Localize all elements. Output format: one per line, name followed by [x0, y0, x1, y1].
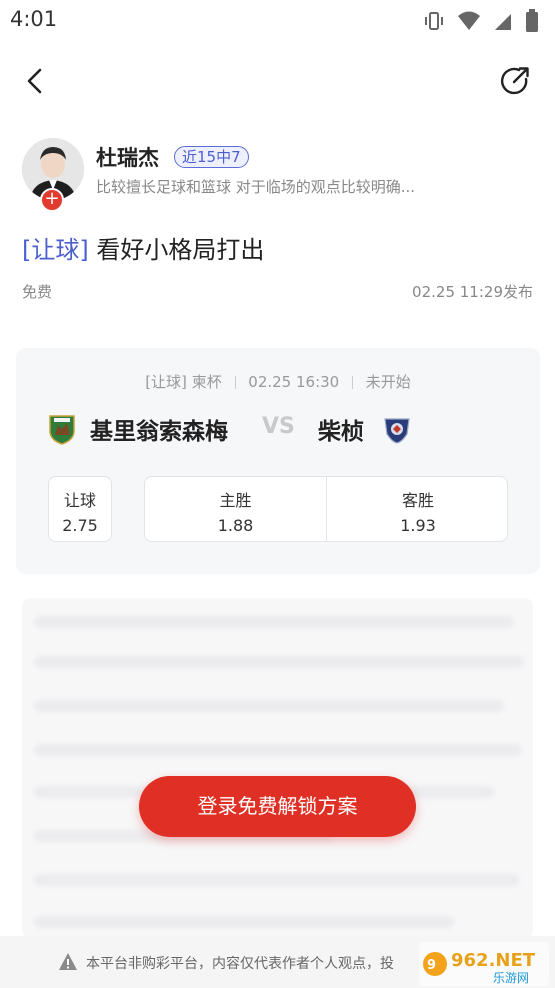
status-time: 4:01: [10, 7, 58, 31]
publish-time: 02.25 11:29发布: [412, 283, 533, 301]
disclaimer-text: 本平台非购彩平台，内容仅代表作者个人观点，投: [86, 956, 394, 972]
match-league: 柬杯: [191, 373, 222, 391]
odds-box: 主胜 1.88 客胜 1.93: [144, 476, 508, 542]
disclaimer-bar: 本平台非购彩平台，内容仅代表作者个人观点，投 9 962.NET 乐游网: [0, 936, 555, 988]
author-name: 杜瑞杰: [96, 146, 159, 170]
record-badge: 近15中7: [174, 146, 249, 168]
share-button[interactable]: [497, 63, 533, 99]
top-navigation-bar: [0, 55, 555, 107]
match-card[interactable]: [让球] 柬杯 02.25 16:30 未开始 基里翁索森梅 VS 柴桢 让球 …: [16, 348, 540, 574]
handicap-label: 让球: [63, 491, 96, 510]
handicap-value: 2.75: [62, 516, 98, 535]
warning-icon: [58, 952, 78, 972]
blurred-line: [34, 874, 519, 886]
blurred-line: [34, 616, 514, 628]
follow-button[interactable]: +: [40, 188, 64, 212]
svg-text:962.NET: 962.NET: [451, 950, 536, 971]
share-icon: [497, 67, 533, 103]
author-description: 比较擅长足球和篮球 对于临场的观点比较明确...: [96, 178, 416, 196]
away-team-logo-icon: [382, 414, 412, 444]
match-datetime: 02.25 16:30: [248, 373, 340, 391]
post-title-text: 看好小格局打出: [96, 236, 265, 264]
status-icons: [423, 9, 539, 37]
battery-icon: [525, 9, 539, 37]
odds-value: 1.88: [217, 516, 254, 535]
signal-icon: [493, 10, 513, 36]
blurred-line: [34, 700, 504, 712]
blurred-line: [34, 916, 454, 928]
back-button[interactable]: [18, 63, 54, 99]
match-meta: [让球] 柬杯 02.25 16:30 未开始: [16, 371, 540, 392]
watermark-logo: 9 962.NET 乐游网: [419, 942, 549, 986]
home-team-name: 基里翁索森梅: [90, 419, 228, 445]
blurred-line: [34, 656, 524, 668]
divider: [234, 376, 236, 389]
odds-home-win[interactable]: 主胜 1.88: [145, 477, 327, 541]
match-status: 未开始: [365, 373, 411, 391]
away-team-name: 柴桢: [318, 419, 364, 445]
home-team-logo-icon: [46, 413, 78, 445]
wifi-icon: [457, 10, 481, 36]
unlock-button[interactable]: 登录免费解锁方案: [139, 776, 416, 837]
odds-away-win[interactable]: 客胜 1.93: [327, 477, 509, 541]
svg-text:乐游网: 乐游网: [493, 971, 529, 985]
back-arrow-icon: [18, 68, 54, 103]
status-bar: 4:01: [0, 0, 555, 40]
odds-label: 客胜: [401, 491, 434, 510]
author-info[interactable]: + 杜瑞杰 近15中7 比较擅长足球和篮球 对于临场的观点比较明确...: [22, 138, 534, 212]
plus-icon: +: [44, 188, 60, 209]
post-title: [让球] 看好小格局打出: [22, 230, 264, 265]
svg-text:9: 9: [427, 958, 436, 973]
vs-label: VS: [262, 414, 295, 439]
locked-content-blurred: [22, 598, 533, 938]
blurred-line: [34, 744, 522, 756]
odds-value: 1.93: [400, 516, 436, 535]
price-label: 免费: [22, 283, 53, 301]
post-tag: [让球]: [22, 236, 89, 264]
odds-label: 主胜: [219, 491, 252, 510]
divider: [352, 376, 353, 389]
vibrate-icon: [423, 10, 445, 36]
handicap-box: 让球 2.75: [48, 476, 112, 542]
match-type: [让球]: [145, 373, 187, 391]
